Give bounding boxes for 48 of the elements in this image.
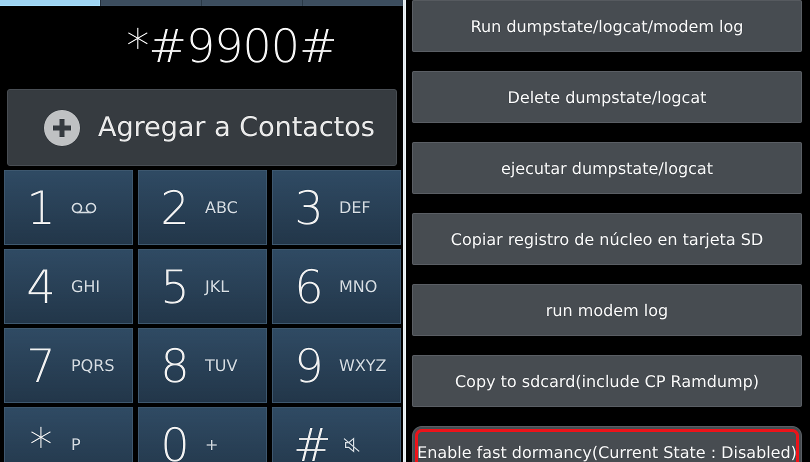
dial-key[interactable]: 3 DEF: [272, 170, 401, 245]
dial-key[interactable]: 9 WXYZ: [272, 328, 401, 403]
voicemail-icon: [71, 200, 97, 216]
dial-key[interactable]: 2 ABC: [138, 170, 267, 245]
key-digit: 0: [159, 418, 191, 462]
key-digit: 9: [293, 338, 325, 392]
key-digit: 7: [25, 338, 57, 392]
sysdump-button[interactable]: Copiar registro de núcleo en tarjeta SD: [412, 213, 802, 265]
key-digit: 6: [293, 260, 325, 314]
key-letters: MNO: [339, 277, 378, 296]
dial-key[interactable]: * P: [4, 407, 133, 462]
key-digit: 3: [293, 180, 325, 234]
dial-key[interactable]: 6 MNO: [272, 249, 401, 324]
dial-key[interactable]: 0 +: [138, 407, 267, 462]
dial-key[interactable]: 7 PQRS: [4, 328, 133, 403]
key-digit: *: [28, 418, 54, 462]
key-letters: TUV: [205, 356, 238, 375]
key-letters: PQRS: [71, 356, 115, 375]
sysdump-button[interactable]: Enable fast dormancy(Current State : Disabled): [412, 426, 802, 462]
sysdump-button[interactable]: Delete dumpstate/logcat: [412, 71, 802, 123]
dial-key[interactable]: 5 JKL: [138, 249, 267, 324]
key-digit: 5: [159, 260, 191, 314]
add-contact-button[interactable]: Agregar a Contactos: [7, 89, 397, 166]
dial-key[interactable]: 8 TUV: [138, 328, 267, 403]
sysdump-button[interactable]: run modem log: [412, 284, 802, 336]
dial-key[interactable]: 4 GHI: [4, 249, 133, 324]
key-digit: 8: [159, 338, 191, 392]
dialed-number: *#9900#: [125, 18, 338, 75]
sysdump-button[interactable]: Copy to sdcard(include CP Ramdump): [412, 355, 802, 407]
dial-key[interactable]: #: [272, 407, 401, 462]
key-letters: P: [71, 435, 81, 454]
key-letters: JKL: [205, 277, 230, 296]
key-letters: GHI: [71, 277, 100, 296]
key-digit: 4: [25, 260, 57, 314]
key-letters: ABC: [205, 198, 238, 217]
plus-icon: [44, 110, 80, 146]
sysdump-button[interactable]: Run dumpstate/logcat/modem log: [412, 0, 802, 52]
dial-key[interactable]: 1: [4, 170, 133, 245]
sysdump-button[interactable]: ejecutar dumpstate/logcat: [412, 142, 802, 194]
key-letters: DEF: [339, 198, 371, 217]
key-digit: 1: [25, 180, 57, 234]
key-letters: +: [205, 435, 218, 454]
tab[interactable]: [101, 0, 201, 6]
key-digit: 2: [159, 180, 191, 234]
tab[interactable]: [0, 0, 100, 6]
tab[interactable]: [303, 0, 403, 6]
tab[interactable]: [202, 0, 302, 6]
key-letters: WXYZ: [339, 356, 387, 375]
